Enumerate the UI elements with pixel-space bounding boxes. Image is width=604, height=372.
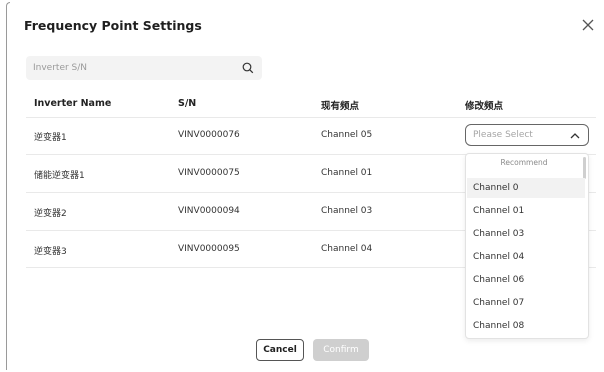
chevron-up-icon bbox=[570, 133, 580, 139]
confirm-button[interactable]: Confirm bbox=[313, 339, 369, 361]
dropdown-option[interactable]: Channel 07 bbox=[467, 293, 585, 313]
serial-number: VINV0000075 bbox=[178, 168, 240, 178]
dropdown-option[interactable]: Channel 06 bbox=[467, 270, 585, 290]
dialog-title: Frequency Point Settings bbox=[24, 18, 202, 33]
dropdown-option[interactable]: Channel 01 bbox=[467, 201, 585, 221]
search-icon[interactable] bbox=[242, 62, 254, 74]
current-channel: Channel 03 bbox=[321, 206, 373, 216]
dropdown-option[interactable]: Channel 03 bbox=[467, 224, 585, 244]
dropdown-option[interactable]: Channel 08 bbox=[467, 316, 585, 336]
dropdown-scrollbar[interactable] bbox=[583, 157, 586, 179]
current-channel: Channel 04 bbox=[321, 244, 373, 254]
channel-dropdown: Recommend Channel 0 Channel 01 Channel 0… bbox=[465, 153, 589, 339]
serial-number: VINV0000095 bbox=[178, 244, 240, 254]
channel-select[interactable]: Please Select bbox=[465, 124, 589, 146]
dropdown-option[interactable]: Channel 0 bbox=[467, 178, 585, 198]
close-icon[interactable] bbox=[580, 17, 596, 33]
frequency-settings-dialog: Frequency Point Settings Inverter Name S… bbox=[10, 0, 604, 372]
current-channel: Channel 05 bbox=[321, 130, 373, 140]
search-box bbox=[26, 56, 262, 80]
dropdown-option[interactable]: Channel 04 bbox=[467, 247, 585, 267]
header-sn: S/N bbox=[178, 98, 197, 109]
inverter-name: 逆变器2 bbox=[34, 209, 67, 219]
app-frame: Frequency Point Settings Inverter Name S… bbox=[0, 0, 604, 372]
inverter-name: 储能逆变器1 bbox=[34, 171, 85, 181]
header-current-channel: 现有频点 bbox=[321, 101, 360, 112]
header-inverter-name: Inverter Name bbox=[34, 98, 112, 109]
divider bbox=[26, 117, 596, 118]
header-modify-channel: 修改频点 bbox=[465, 101, 504, 112]
serial-number: VINV0000076 bbox=[178, 130, 240, 140]
serial-number: VINV0000094 bbox=[178, 206, 240, 216]
dropdown-group-label: Recommend bbox=[500, 158, 548, 167]
select-placeholder: Please Select bbox=[473, 130, 533, 140]
inverter-name: 逆变器3 bbox=[34, 247, 67, 257]
current-channel: Channel 01 bbox=[321, 168, 373, 178]
search-input[interactable] bbox=[26, 56, 241, 80]
cancel-button[interactable]: Cancel bbox=[256, 339, 304, 361]
inverter-name: 逆变器1 bbox=[34, 133, 67, 143]
